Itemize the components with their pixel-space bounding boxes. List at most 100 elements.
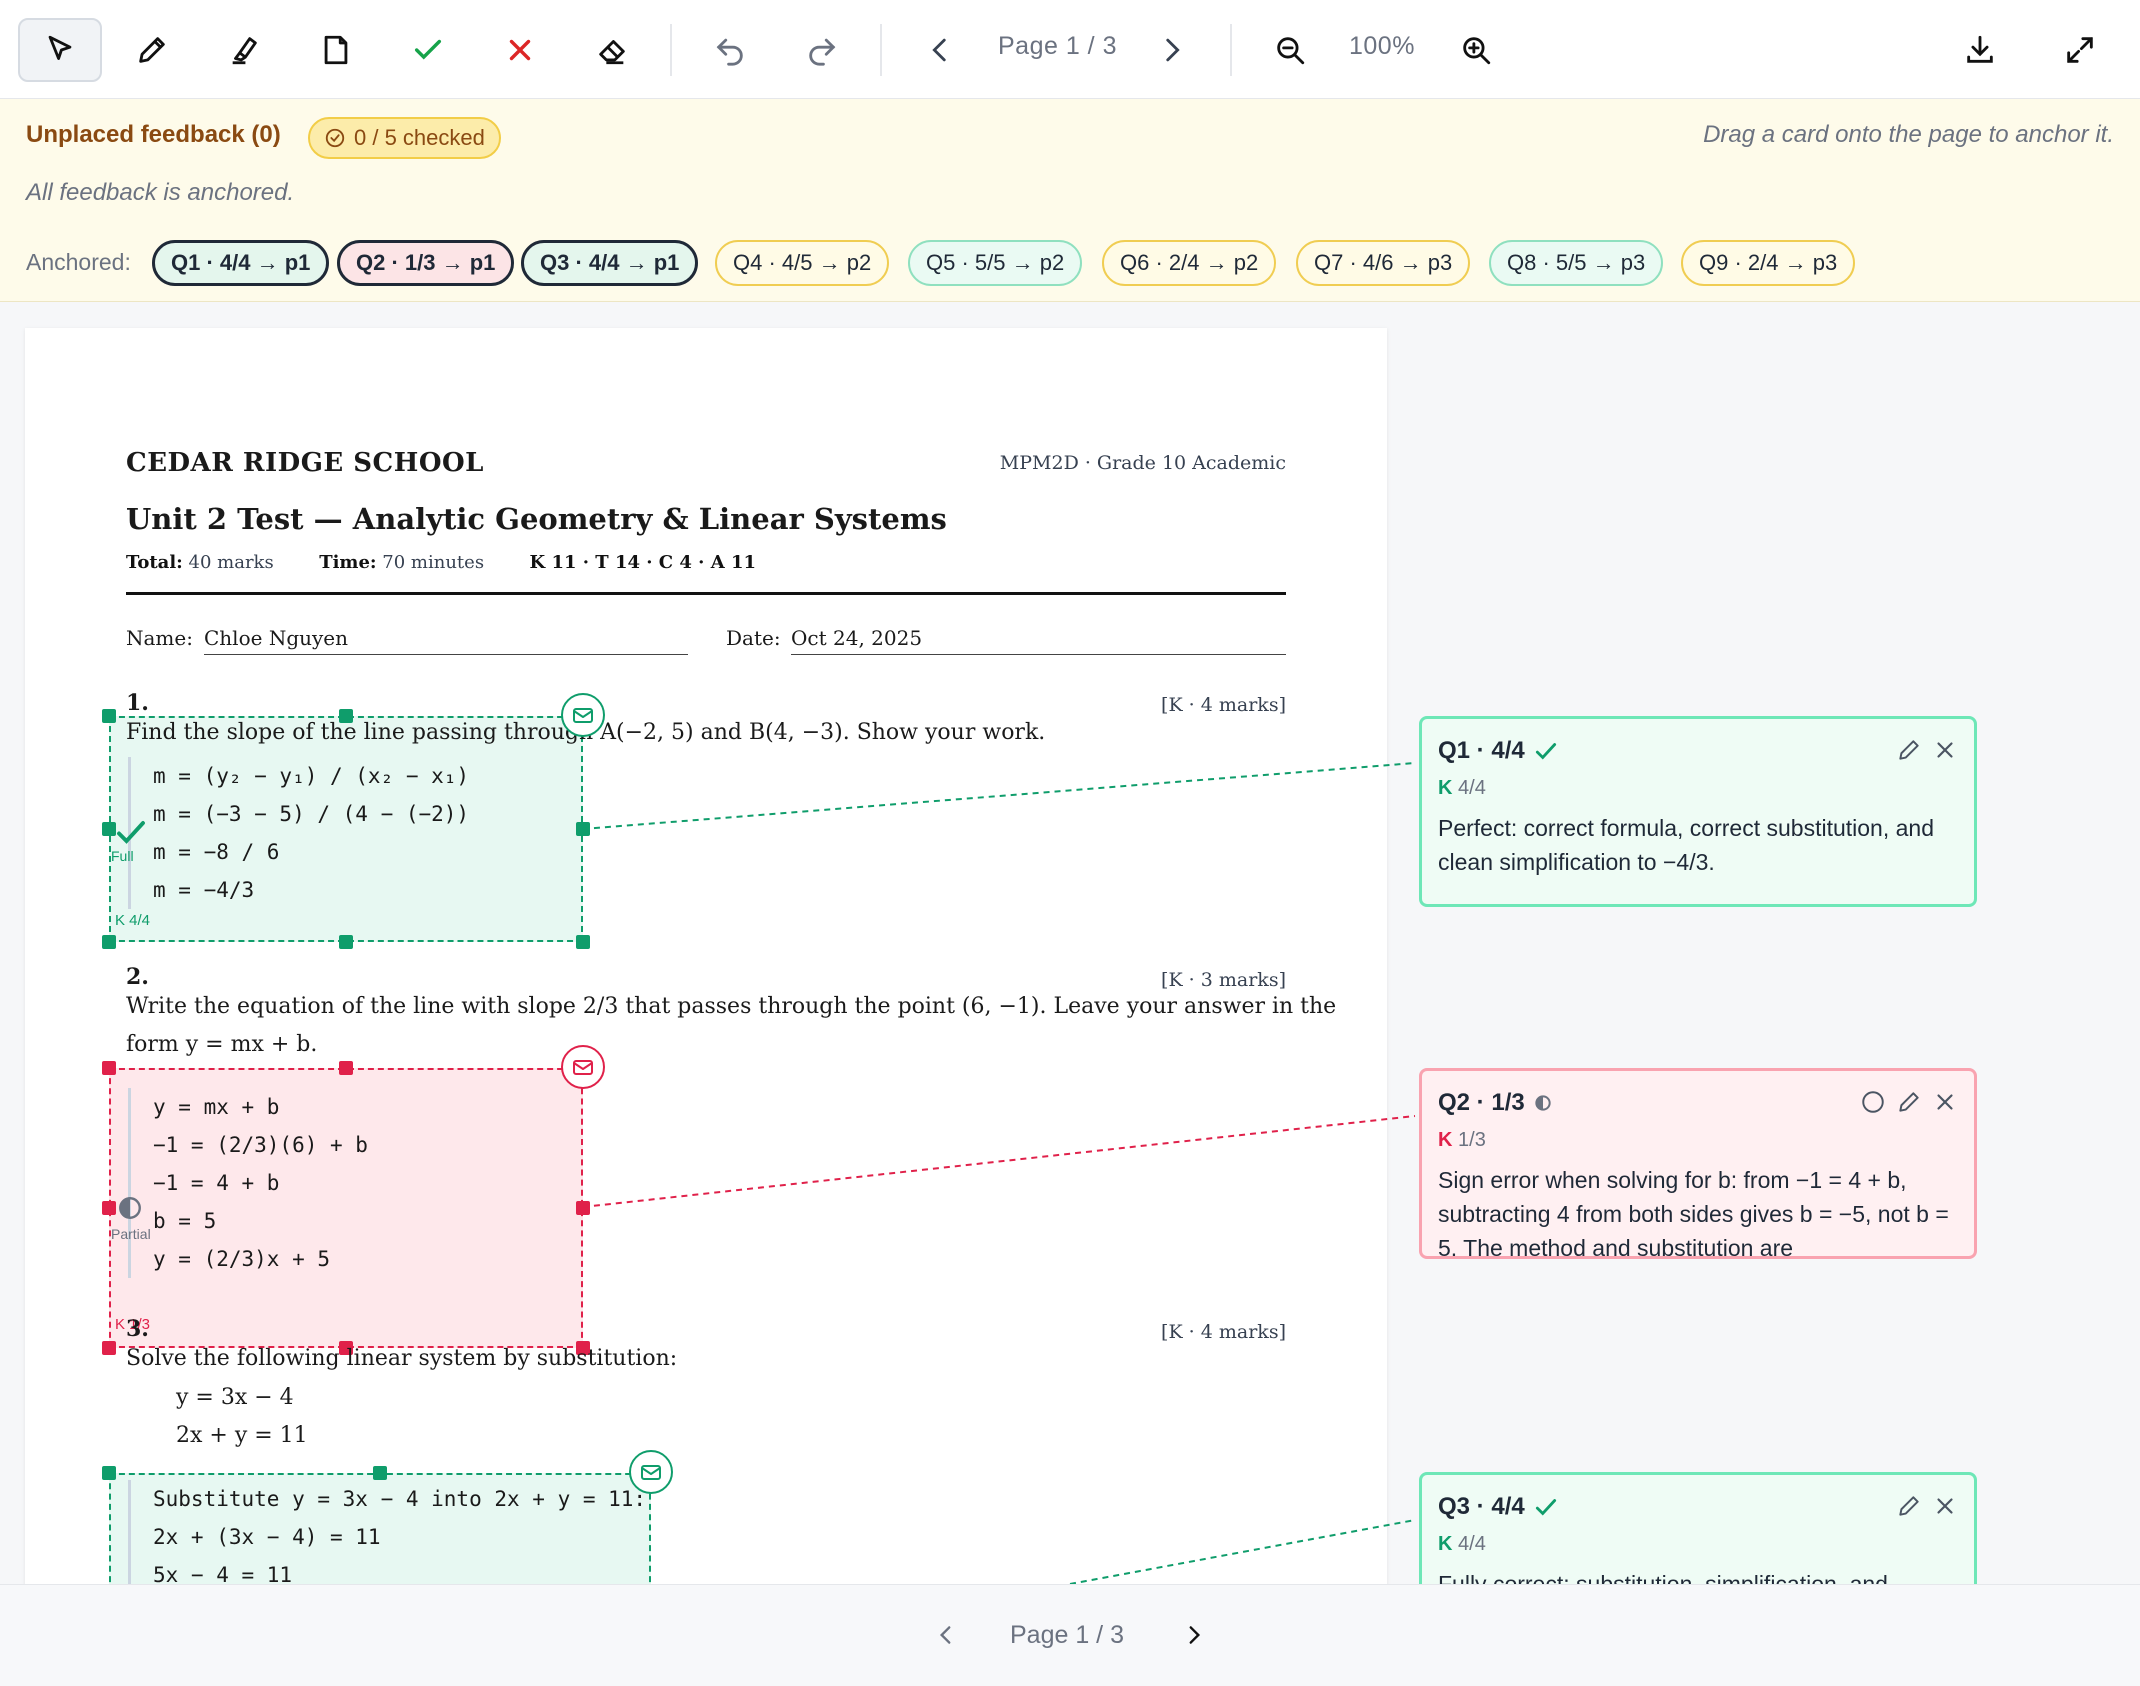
anchor-chip-q3[interactable]: Q3 · 4/4 → p1 [521, 240, 699, 286]
category-letter: K [1438, 1129, 1453, 1151]
feedback-card-q3[interactable]: Q3 · 4/4 K 4/4 Fully correct: substituti… [1419, 1472, 1977, 1584]
zoom-in-button[interactable] [1434, 18, 1518, 82]
student-name: Chloe Nguyen [204, 626, 688, 655]
work-line: m = −8 / 6 [153, 840, 280, 864]
question-3-text: Solve the following linear system by sub… [126, 1346, 678, 1371]
check-tool-button[interactable] [386, 18, 470, 82]
footer-next-page-button[interactable] [1174, 1615, 1214, 1655]
card-title-text: Q1 · 4/4 [1438, 737, 1525, 764]
course-code: MPM2D · Grade 10 Academic [999, 452, 1286, 474]
undo-icon [716, 38, 743, 66]
select-tool-button[interactable] [18, 18, 102, 82]
work-line: m = (y₂ − y₁) / (x₂ − x₁) [153, 764, 470, 788]
resize-handle[interactable] [576, 1201, 590, 1215]
resize-handle[interactable] [339, 1061, 353, 1075]
checked-count-badge: 0 / 5 checked [308, 117, 501, 159]
check-circle-icon [325, 128, 345, 148]
pen-tool-button[interactable] [110, 18, 194, 82]
work-line: Substitute y = 3x − 4 into 2x + y = 11: [153, 1487, 647, 1511]
category-letter: K [1438, 777, 1453, 799]
resize-handle[interactable] [339, 935, 353, 949]
anchored-status: All feedback is anchored. [26, 179, 295, 206]
close-icon[interactable] [1932, 737, 1958, 763]
resize-handle[interactable] [373, 1466, 387, 1480]
next-page-button[interactable] [1130, 18, 1214, 82]
cross-tool-button[interactable] [478, 18, 562, 82]
question-1-number: 1. [126, 690, 149, 716]
work-line: y = mx + b [153, 1095, 280, 1119]
select-icon [48, 35, 72, 60]
eraser-tool-button[interactable] [570, 18, 654, 82]
category-score: 1/3 [1458, 1129, 1486, 1151]
zoom-level: 100% [1349, 32, 1415, 60]
anchor-chip-q4[interactable]: Q4 · 4/5 → p2 [715, 240, 890, 286]
q2-student-work: y = mx + b −1 = (2/3)(6) + b −1 = 4 + b … [128, 1088, 368, 1278]
question-1-marks: [K · 4 marks] [1161, 694, 1286, 716]
download-button[interactable] [1938, 18, 2022, 82]
resize-handle[interactable] [102, 1201, 116, 1215]
resize-handle[interactable] [339, 709, 353, 723]
resize-handle[interactable] [576, 935, 590, 949]
undo-button[interactable] [688, 18, 772, 82]
chevron-right-icon [1189, 1626, 1201, 1644]
edit-icon[interactable] [1896, 1493, 1922, 1519]
anchor-chip-q9[interactable]: Q9 · 2/4 → p3 [1681, 240, 1856, 286]
anchor-chip-q8[interactable]: Q8 · 5/5 → p3 [1489, 240, 1664, 286]
question-3-equation-2: 2x + y = 11 [176, 1423, 308, 1448]
resize-handle[interactable] [102, 935, 116, 949]
q1-student-work: m = (y₂ − y₁) / (x₂ − x₁) m = (−3 − 5) /… [128, 757, 469, 909]
redo-button[interactable] [780, 18, 864, 82]
work-line: −1 = (2/3)(6) + b [153, 1133, 368, 1157]
mail-icon [641, 1465, 661, 1480]
work-line: m = −4/3 [153, 878, 255, 902]
feedback-card-q1[interactable]: Q1 · 4/4 K 4/4 Perfect: correct formula,… [1419, 716, 1977, 907]
card-category-score: K 4/4 [1438, 777, 1486, 800]
feedback-card-q2[interactable]: Q2 · 1/3 K 1/3 Sign error when solving f… [1419, 1068, 1977, 1259]
header-rule [126, 592, 1286, 595]
edit-icon[interactable] [1896, 1089, 1922, 1115]
resize-handle[interactable] [102, 1341, 116, 1355]
highlighter-tool-button[interactable] [202, 18, 286, 82]
circle-toggle-icon[interactable] [1860, 1089, 1886, 1115]
q2-feedback-button[interactable] [561, 1045, 605, 1089]
anchor-chip-q6[interactable]: Q6 · 2/4 → p2 [1102, 240, 1277, 286]
q3-feedback-button[interactable] [629, 1450, 673, 1494]
unplaced-feedback-banner: Unplaced feedback (0) 0 / 5 checked Drag… [0, 99, 2140, 302]
resize-handle[interactable] [102, 1466, 116, 1480]
zoom-out-button[interactable] [1248, 18, 1332, 82]
total-value: 40 marks [188, 552, 274, 573]
resize-handle[interactable] [102, 1061, 116, 1075]
anchor-chip-q1[interactable]: Q1 · 4/4 → p1 [152, 240, 330, 286]
card-category-score: K 4/4 [1438, 1533, 1486, 1556]
close-icon[interactable] [1932, 1089, 1958, 1115]
test-page: CEDAR RIDGE SCHOOL MPM2D · Grade 10 Acad… [25, 328, 1387, 1686]
card-title: Q2 · 1/3 [1438, 1089, 1553, 1117]
fullscreen-button[interactable] [2038, 18, 2122, 82]
toolbar-divider [670, 24, 672, 76]
card-category-score: K 1/3 [1438, 1129, 1486, 1152]
anchor-chip-q5[interactable]: Q5 · 5/5 → p2 [908, 240, 1083, 286]
anchor-chip-q7[interactable]: Q7 · 4/6 → p3 [1296, 240, 1471, 286]
category-breakdown: K 11 · T 14 · C 4 · A 11 [529, 552, 756, 573]
chevron-left-icon [939, 1626, 951, 1644]
category-score: 4/4 [1458, 1533, 1486, 1555]
card-title-text: Q3 · 4/4 [1438, 1493, 1525, 1520]
anchor-chip-q2[interactable]: Q2 · 1/3 → p1 [337, 240, 515, 286]
download-icon [1967, 35, 1993, 63]
test-meta: Total: 40 marks Time: 70 minutes K 11 · … [126, 552, 756, 573]
q1-feedback-button[interactable] [561, 693, 605, 737]
work-line: y = (2/3)x + 5 [153, 1247, 331, 1271]
edit-icon[interactable] [1896, 737, 1922, 763]
chevron-right-icon [1166, 38, 1180, 62]
note-tool-button[interactable] [294, 18, 378, 82]
close-icon[interactable] [1932, 1493, 1958, 1519]
prev-page-button[interactable] [898, 18, 982, 82]
footer-prev-page-button[interactable] [926, 1615, 966, 1655]
time-value: 70 minutes [382, 552, 485, 573]
mail-icon [573, 1060, 593, 1075]
resize-handle[interactable] [102, 709, 116, 723]
anchored-label: Anchored: [26, 249, 131, 275]
total-label: Total: [126, 552, 183, 573]
toolbar-divider [1230, 24, 1232, 76]
resize-handle[interactable] [576, 822, 590, 836]
